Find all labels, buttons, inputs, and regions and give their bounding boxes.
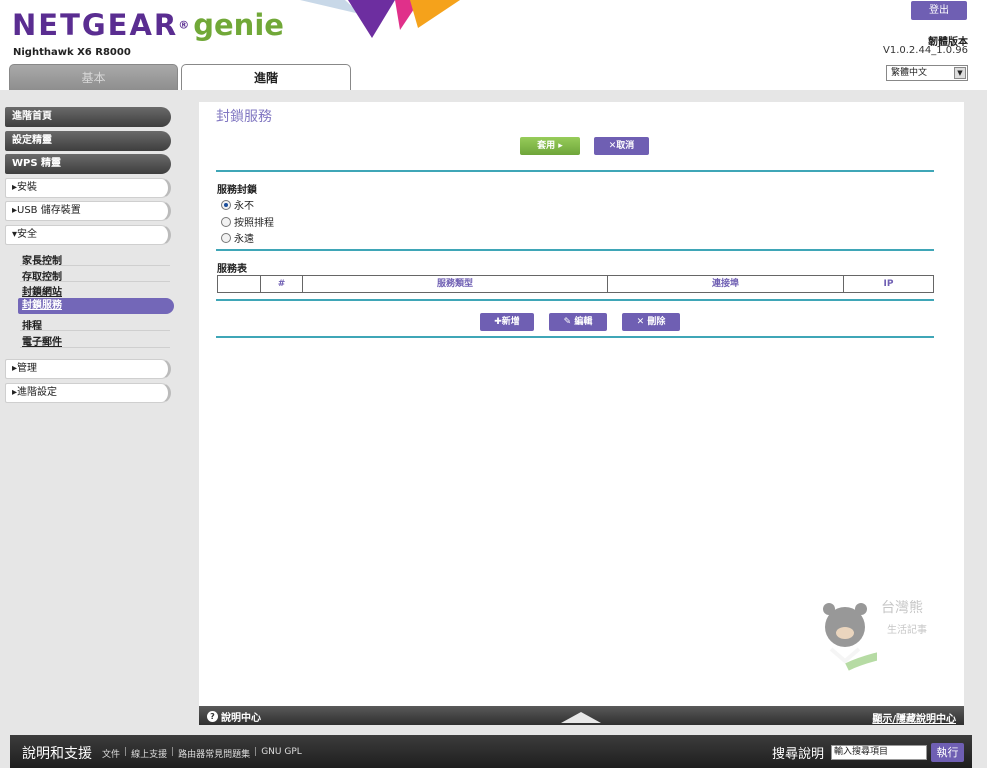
table-header-number: # (261, 276, 303, 292)
decorative-banner-shapes (300, 0, 460, 38)
apply-button[interactable]: 套用 ▸ (520, 137, 580, 155)
table-header-select (218, 276, 261, 292)
chevron-down-icon: ▼ (954, 67, 966, 79)
netgear-genie-logo: NETGEAR® genie (12, 8, 284, 42)
help-center-link[interactable]: ? 說明中心 (207, 709, 261, 724)
section-divider (216, 249, 934, 251)
sidebar-section-usb-storage[interactable]: ▸USB 儲存裝置 (5, 201, 171, 221)
sidebar-item-block-sites[interactable]: 封鎖網站 (22, 283, 62, 298)
cancel-button[interactable]: ✕取消 (594, 137, 649, 155)
language-select[interactable]: 繁體中文 ▼ (886, 65, 968, 81)
radio-always-label: 永遠 (234, 234, 254, 245)
main-panel: 封鎖服務 套用 ▸ ✕取消 服務封鎖 永不 按照排程 永遠 服務表 # 服務類型… (199, 102, 964, 706)
help-icon: ? (207, 711, 218, 722)
watermark-logo: 台灣熊 生活記事 (817, 597, 937, 697)
footer-links: 文件 | 線上支援 | 路由器常見問題集 | GNU GPL (102, 747, 302, 760)
sidebar-divider (20, 265, 170, 266)
sidebar-item-wps-wizard[interactable]: WPS 精靈 (5, 154, 171, 174)
language-selected: 繁體中文 (891, 68, 928, 78)
footer-link-documentation[interactable]: 文件 (102, 747, 120, 760)
footer-search-go-button[interactable]: 執行 (931, 743, 964, 762)
radio-per-schedule-label: 按照排程 (234, 218, 274, 229)
add-button[interactable]: ✚新增 (480, 313, 534, 331)
sidebar-section-administration[interactable]: ▸管理 (5, 359, 171, 379)
help-center-label: 說明中心 (221, 713, 261, 724)
watermark-text: 台灣熊 (881, 600, 923, 616)
logout-button[interactable]: 登出 (911, 1, 967, 20)
banner-shape-orange (410, 0, 460, 28)
sidebar-item-advanced-home[interactable]: 進階首頁 (5, 107, 171, 127)
radio-always[interactable]: 永遠 (221, 230, 254, 245)
sidebar-item-block-services[interactable]: 封鎖服務 (18, 298, 174, 314)
radio-button-icon (221, 199, 231, 210)
sidebar-divider (20, 347, 170, 348)
service-blocking-label: 服務封鎖 (217, 185, 257, 196)
table-header-port: 連接埠 (608, 276, 844, 292)
banner-shape-purple (348, 0, 395, 38)
tab-basic[interactable]: 基本 (9, 64, 178, 90)
page-title: 封鎖服務 (216, 109, 272, 125)
header: NETGEAR® genie Nighthawk X6 R8000 登出 韌體版本… (0, 0, 987, 90)
radio-button-icon (221, 216, 231, 227)
footer-link-separator: | (171, 747, 175, 757)
edit-button[interactable]: ✎ 編輯 (549, 313, 607, 331)
footer-link-router-faq[interactable]: 路由器常見問題集 (178, 747, 250, 760)
delete-button[interactable]: ✕ 刪除 (622, 313, 680, 331)
sidebar-divider (20, 330, 170, 331)
sidebar-item-setup-wizard[interactable]: 設定精靈 (5, 131, 171, 151)
service-table-label: 服務表 (217, 264, 247, 275)
firmware-version: V1.0.2.44_1.0.96 (883, 45, 968, 56)
section-divider (216, 336, 934, 338)
radio-button-icon (221, 232, 231, 243)
watermark-subtext: 生活記事 (887, 625, 927, 636)
footer-link-separator: | (124, 747, 128, 757)
section-divider (216, 299, 934, 301)
sidebar-divider (20, 281, 170, 282)
help-bar: ? 說明中心 顯示/隱藏說明中心 (199, 706, 964, 725)
footer-link-gnu-gpl[interactable]: GNU GPL (261, 747, 302, 760)
tab-advanced[interactable]: 進階 (181, 64, 351, 90)
sidebar-section-security[interactable]: ▾安全 (5, 225, 171, 245)
footer-search-input[interactable]: 輸入搜尋項目 (831, 745, 927, 760)
footer: 說明和支援 文件 | 線上支援 | 路由器常見問題集 | GNU GPL 搜尋說… (10, 735, 972, 768)
service-table-header: # 服務類型 連接埠 IP (217, 275, 934, 293)
sidebar-section-advanced-setup[interactable]: ▸進階設定 (5, 383, 171, 403)
expand-up-icon[interactable] (561, 712, 601, 723)
footer-title: 說明和支援 (22, 746, 92, 762)
brand-name: NETGEAR (12, 8, 179, 42)
footer-link-online-support[interactable]: 線上支援 (131, 747, 167, 760)
sidebar-section-setup[interactable]: ▸安裝 (5, 178, 171, 198)
section-divider (216, 170, 934, 172)
radio-per-schedule[interactable]: 按照排程 (221, 214, 274, 229)
sidebar-item-email[interactable]: 電子郵件 (22, 333, 62, 348)
router-model: Nighthawk X6 R8000 (13, 47, 131, 58)
brand-reg-mark: ® (178, 18, 190, 32)
footer-link-separator: | (254, 747, 258, 757)
bear-icon (823, 603, 928, 671)
toggle-help-center-link[interactable]: 顯示/隱藏說明中心 (872, 710, 956, 725)
table-header-service-type: 服務類型 (303, 276, 608, 292)
radio-never[interactable]: 永不 (221, 197, 254, 212)
table-header-ip: IP (883, 279, 894, 289)
footer-search-label: 搜尋說明 (772, 747, 825, 762)
radio-never-label: 永不 (234, 201, 254, 212)
product-name: genie (193, 8, 284, 42)
